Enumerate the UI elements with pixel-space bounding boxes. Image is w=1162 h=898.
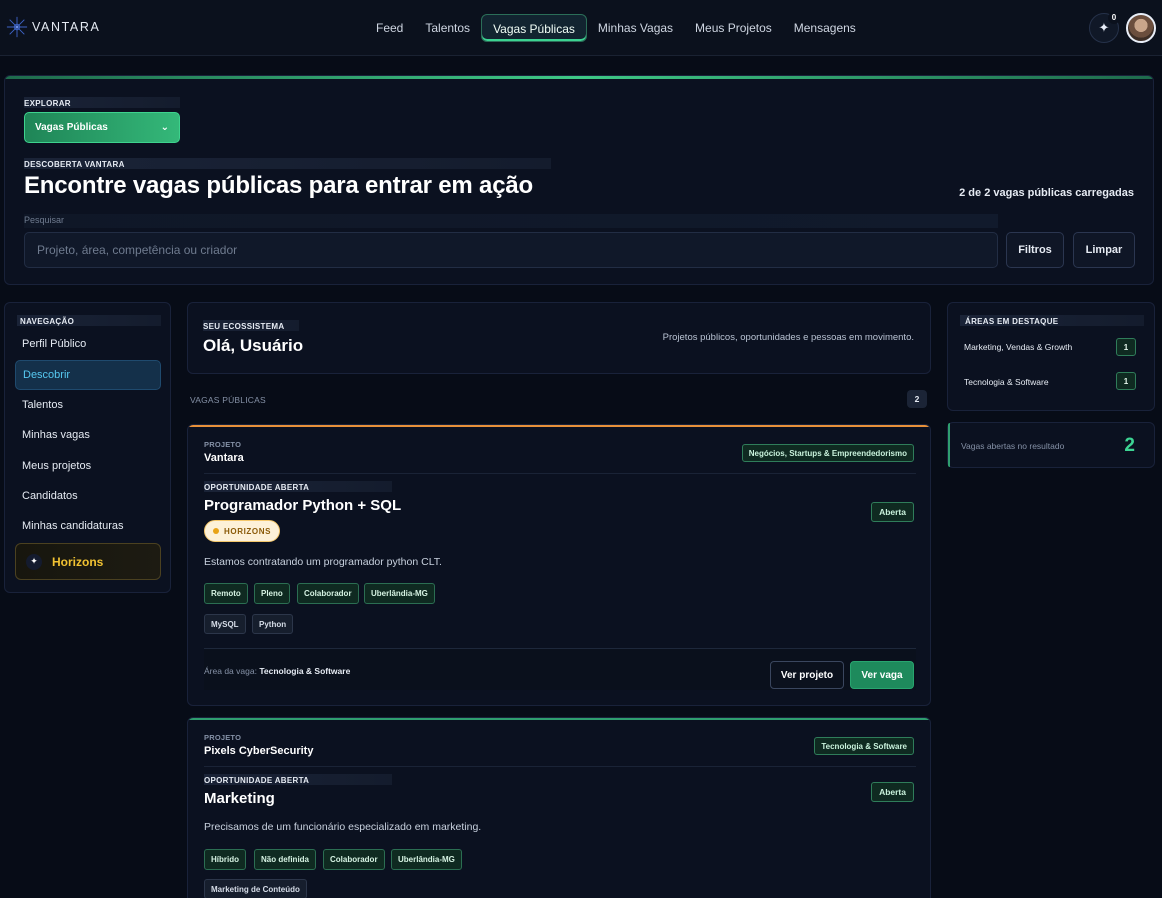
job-tag: Colaborador <box>323 849 385 870</box>
featured-area-item[interactable]: Marketing, Vendas & Growth <box>964 342 1072 352</box>
horizons-label: Horizons <box>52 554 104 569</box>
main-nav: Feed Talentos Vagas Públicas Minhas Vaga… <box>365 14 867 42</box>
status-badge: Aberta <box>871 782 914 802</box>
job-tag: Colaborador <box>297 583 359 604</box>
job-tag: Uberlândia-MG <box>364 583 435 604</box>
project-label: PROJETO <box>204 440 242 449</box>
nav-feed[interactable]: Feed <box>365 14 414 42</box>
view-project-button[interactable]: Ver projeto <box>770 661 844 689</box>
greeting-card: SEU ECOSSISTEMA Olá, Usuário Projetos pú… <box>187 302 931 374</box>
job-title[interactable]: Programador Python + SQL <box>204 497 401 514</box>
job-card: PROJETO Pixels CyberSecurity Tecnologia … <box>187 717 931 898</box>
featured-areas-heading: ÁREAS EM DESTAQUE <box>960 315 1144 326</box>
opportunity-label: OPORTUNIDADE ABERTA <box>204 774 392 785</box>
open-jobs-stat-card: Vagas abertas no resultado 2 <box>947 422 1155 468</box>
job-card: PROJETO Vantara Negócios, Startups & Emp… <box>187 424 931 706</box>
brand-name: VANTARA <box>32 20 101 34</box>
results-count: 2 de 2 vagas públicas carregadas <box>959 187 1134 199</box>
nav-meus-projetos[interactable]: Meus Projetos <box>684 14 783 42</box>
job-tag: Uberlândia-MG <box>391 849 462 870</box>
top-bar: VANTARA Feed Talentos Vagas Públicas Min… <box>0 0 1162 56</box>
job-title[interactable]: Marketing <box>204 790 275 807</box>
project-name[interactable]: Pixels CyberSecurity <box>204 745 313 757</box>
stat-label: Vagas abertas no resultado <box>961 441 1065 451</box>
horizons-badge: HORIZONS <box>204 520 281 542</box>
job-tag: Pleno <box>254 583 290 604</box>
skill-tag: Python <box>252 614 294 634</box>
clear-button[interactable]: Limpar <box>1073 232 1135 268</box>
brand[interactable]: VANTARA <box>6 16 100 38</box>
hero-panel: EXPLORAR Vagas Públicas ⌄ DESCOBERTA VAN… <box>4 75 1154 285</box>
featured-area-count: 1 <box>1116 338 1136 356</box>
discovery-label: DESCOBERTA VANTARA <box>24 158 551 169</box>
skill-tag: Marketing de Conteúdo <box>204 879 307 898</box>
greeting-description: Projetos públicos, oportunidades e pesso… <box>662 332 914 343</box>
nav-mensagens[interactable]: Mensagens <box>783 14 867 42</box>
job-area-label: Área da vaga: <box>204 666 257 676</box>
sidebar-heading: NAVEGAÇÃO <box>17 315 161 326</box>
explore-label: EXPLORAR <box>24 97 180 108</box>
horizons-button[interactable]: ✦ Horizons <box>15 543 161 580</box>
job-area-value: Tecnologia & Software <box>259 666 351 676</box>
sidebar-item-talentos[interactable]: Talentos <box>15 390 161 420</box>
nav-minhas-vagas[interactable]: Minhas Vagas <box>587 14 684 42</box>
skill-tag: MySQL <box>204 614 246 634</box>
nav-vagas-publicas[interactable]: Vagas Públicas <box>481 14 587 42</box>
explore-selected-value: Vagas Públicas <box>35 122 108 133</box>
job-footer: Área da vaga: Tecnologia & Software Ver … <box>204 648 916 690</box>
sidebar-item-meus-projetos[interactable]: Meus projetos <box>15 451 161 481</box>
job-tag: Remoto <box>204 583 248 604</box>
jobs-section-label: VAGAS PÚBLICAS <box>190 395 266 405</box>
chevron-down-icon: ⌄ <box>160 122 169 133</box>
featured-areas-card: ÁREAS EM DESTAQUE Marketing, Vendas & Gr… <box>947 302 1155 411</box>
sidebar-item-minhas-vagas[interactable]: Minhas vagas <box>15 420 161 450</box>
featured-area-item[interactable]: Tecnologia & Software <box>964 377 1049 387</box>
nav-talentos[interactable]: Talentos <box>414 14 481 42</box>
sparkle-icon: ✦ <box>1098 20 1110 35</box>
filters-button[interactable]: Filtros <box>1006 232 1064 268</box>
opportunity-label: OPORTUNIDADE ABERTA <box>204 481 392 492</box>
stat-value: 2 <box>1124 435 1135 456</box>
search-input[interactable]: Projeto, área, competência ou criador <box>24 232 998 268</box>
explore-select[interactable]: Vagas Públicas ⌄ <box>24 112 180 143</box>
divider <box>204 766 916 767</box>
jobs-count-badge: 2 <box>907 390 927 408</box>
sidebar-item-candidatos[interactable]: Candidatos <box>15 481 161 511</box>
view-job-button[interactable]: Ver vaga <box>850 661 914 689</box>
job-accent-line <box>188 718 930 720</box>
page-title: Encontre vagas públicas para entrar em a… <box>24 172 533 199</box>
search-label-strip <box>24 214 998 228</box>
status-dot-icon <box>213 528 219 534</box>
job-description: Precisamos de um funcionário especializa… <box>204 821 482 833</box>
avatar[interactable] <box>1126 13 1156 43</box>
job-accent-line <box>188 425 930 427</box>
category-chip: Negócios, Startups & Empreendedorismo <box>741 444 914 462</box>
sidebar-item-perfil-publico[interactable]: Perfil Público <box>15 329 161 359</box>
search-label: Pesquisar <box>24 215 65 225</box>
job-tag: Não definida <box>254 849 317 870</box>
job-area: Área da vaga: Tecnologia & Software <box>204 666 350 676</box>
sparkle-count-badge: 0 <box>1108 12 1120 24</box>
sidebar-item-descobrir[interactable]: Descobrir <box>15 360 161 390</box>
project-name[interactable]: Vantara <box>204 452 244 464</box>
sidebar: NAVEGAÇÃO Perfil Público Descobrir Talen… <box>4 302 171 593</box>
sidebar-item-minhas-candidaturas[interactable]: Minhas candidaturas <box>15 511 161 541</box>
featured-area-count: 1 <box>1116 372 1136 390</box>
status-badge: Aberta <box>871 502 914 522</box>
greeting-title: Olá, Usuário <box>203 336 304 355</box>
horizons-badge-label: HORIZONS <box>224 526 272 536</box>
ecosystem-label: SEU ECOSSISTEMA <box>203 320 299 331</box>
vantara-logo-icon <box>6 16 28 38</box>
sparkle-icon: ✦ <box>26 553 42 570</box>
category-chip: Tecnologia & Software <box>814 737 914 755</box>
project-label: PROJETO <box>204 733 242 742</box>
divider <box>204 473 916 474</box>
job-description: Estamos contratando um programador pytho… <box>204 556 442 568</box>
job-tag: Híbrido <box>204 849 246 870</box>
